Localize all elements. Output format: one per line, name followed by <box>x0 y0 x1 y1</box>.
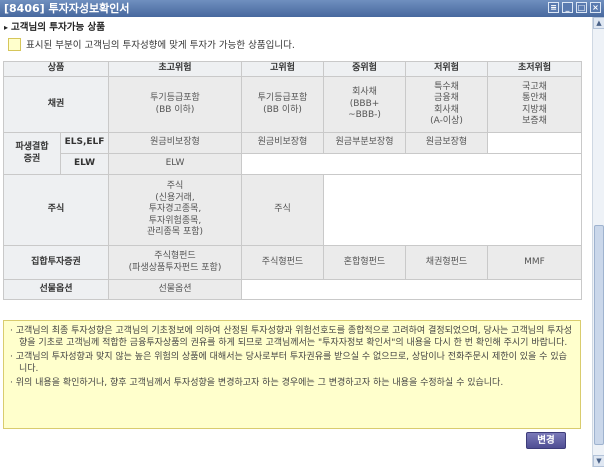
fund-mid: 혼합형펀드 <box>323 245 406 280</box>
highlight-swatch <box>8 37 21 51</box>
legend-text: 표시된 부분이 고객님의 투자성향에 맞게 투자가 가능한 상품입니다. <box>26 40 295 51</box>
futures-very-high: 선물옵션 <box>108 279 242 300</box>
fund-high: 주식형펀드 <box>241 245 324 280</box>
row-label-futures: 선물옵션 <box>3 279 109 300</box>
table-row-futures: 선물옵션 선물옵션 <box>3 279 582 300</box>
stock-empty <box>323 174 582 246</box>
scroll-up-arrow-icon[interactable]: ▲ <box>593 17 604 29</box>
table-header-row: 상품 초고위험 고위험 중위험 저위험 초저위험 <box>3 61 582 77</box>
table-row-fund: 집합투자증권 주식형펀드 (파생상품투자펀드 포함) 주식형펀드 혼합형펀드 채권… <box>3 245 582 280</box>
header-product: 상품 <box>3 61 109 77</box>
bond-very-low: 국고채 통안채 지방채 보증채 <box>487 76 582 133</box>
futures-empty <box>241 279 582 300</box>
window-title: [8406] 투자자성보확인서 <box>4 2 130 15</box>
section-title-text: 고객님의 투자가능 상품 <box>11 22 106 33</box>
header-very-low-risk: 초저위험 <box>487 61 582 77</box>
bond-very-high: 투기등급포함 (BB 이하) <box>108 76 242 133</box>
window-titlebar: [8406] 투자자성보확인서 ≡ _ □ × <box>0 0 604 17</box>
table-row-els: 파생결합 증권 ELS,ELF 원금비보장형 원금비보장형 원금부분보장형 원금보… <box>3 132 582 175</box>
notice-box: · 고객님의 최종 투자성향은 고객님의 기초정보에 의하여 산정된 투자성향과… <box>3 320 581 429</box>
window-controls: ≡ _ □ × <box>548 2 601 13</box>
elw-empty <box>241 153 582 175</box>
bond-low: 특수채 금융채 회사채 (A-이상) <box>405 76 488 133</box>
notice-item: · 고객님의 최종 투자성향은 고객님의 기초정보에 의하여 산정된 투자성향과… <box>10 326 572 348</box>
notice-item: · 고객님의 투자성향과 맞지 않는 높은 위험의 상품에 대해서는 당사로부터… <box>10 352 567 374</box>
change-button[interactable]: 변경 <box>526 432 566 449</box>
content-area: ▸ 고객님의 투자가능 상품 표시된 부분이 고객님의 투자성향에 맞게 투자가 … <box>0 17 592 467</box>
header-high-risk: 고위험 <box>241 61 324 77</box>
row-label-elw: ELW <box>60 153 109 175</box>
row-label-bond: 채권 <box>3 76 109 133</box>
scroll-down-arrow-icon[interactable]: ▼ <box>593 455 604 467</box>
bond-mid: 회사채 (BBB+ ~BBB-) <box>323 76 406 133</box>
header-low-risk: 저위험 <box>405 61 488 77</box>
menu-icon[interactable]: ≡ <box>548 2 559 13</box>
stock-high: 주식 <box>241 174 324 246</box>
row-label-fund: 집합투자증권 <box>3 245 109 280</box>
close-icon[interactable]: × <box>590 2 601 13</box>
row-label-els: ELS,ELF <box>60 132 109 154</box>
els-very-high: 원금비보장형 <box>108 132 242 154</box>
risk-product-table: 상품 초고위험 고위험 중위험 저위험 초저위험 채권 투기등급포함 (BB 이하… <box>3 61 582 300</box>
table-row-bond: 채권 투기등급포함 (BB 이하) 투기등급포함 (BB 이하) 회사채 (BBB+ ~… <box>3 76 582 133</box>
els-low: 원금보장형 <box>405 132 488 154</box>
els-high: 원금비보장형 <box>241 132 324 154</box>
els-very-low <box>487 132 582 154</box>
header-very-high-risk: 초고위험 <box>108 61 242 77</box>
header-mid-risk: 중위험 <box>323 61 406 77</box>
fund-very-low: MMF <box>487 245 582 280</box>
section-title: ▸ 고객님의 투자가능 상품 <box>4 19 105 33</box>
vertical-scrollbar[interactable]: ▲ ▼ <box>592 17 604 467</box>
fund-very-high: 주식형펀드 (파생상품투자펀드 포함) <box>108 245 242 280</box>
triangle-bullet-icon: ▸ <box>4 23 9 32</box>
table-row-stock: 주식 주식 (신용거래, 투자경고종목, 투자위험종목, 관리종목 포함) 주식 <box>3 174 582 246</box>
stock-very-high: 주식 (신용거래, 투자경고종목, 투자위험종목, 관리종목 포함) <box>108 174 242 246</box>
minimize-icon[interactable]: _ <box>562 2 573 13</box>
table-row-elw: ELW ELW <box>4 153 582 175</box>
scrollbar-thumb[interactable] <box>594 225 604 445</box>
fund-low: 채권형펀드 <box>405 245 488 280</box>
maximize-icon[interactable]: □ <box>576 2 587 13</box>
row-label-stock: 주식 <box>3 174 109 246</box>
notice-item: · 위의 내용을 확인하거나, 향후 고객님께서 투자성향을 변경하고자 하는 … <box>10 378 504 388</box>
row-label-derivative: 파생결합 증권 <box>3 132 61 175</box>
legend: 표시된 부분이 고객님의 투자성향에 맞게 투자가 가능한 상품입니다. <box>8 37 295 51</box>
bond-high: 투기등급포함 (BB 이하) <box>241 76 324 133</box>
elw-very-high: ELW <box>108 153 242 175</box>
els-mid: 원금부분보장형 <box>323 132 406 154</box>
